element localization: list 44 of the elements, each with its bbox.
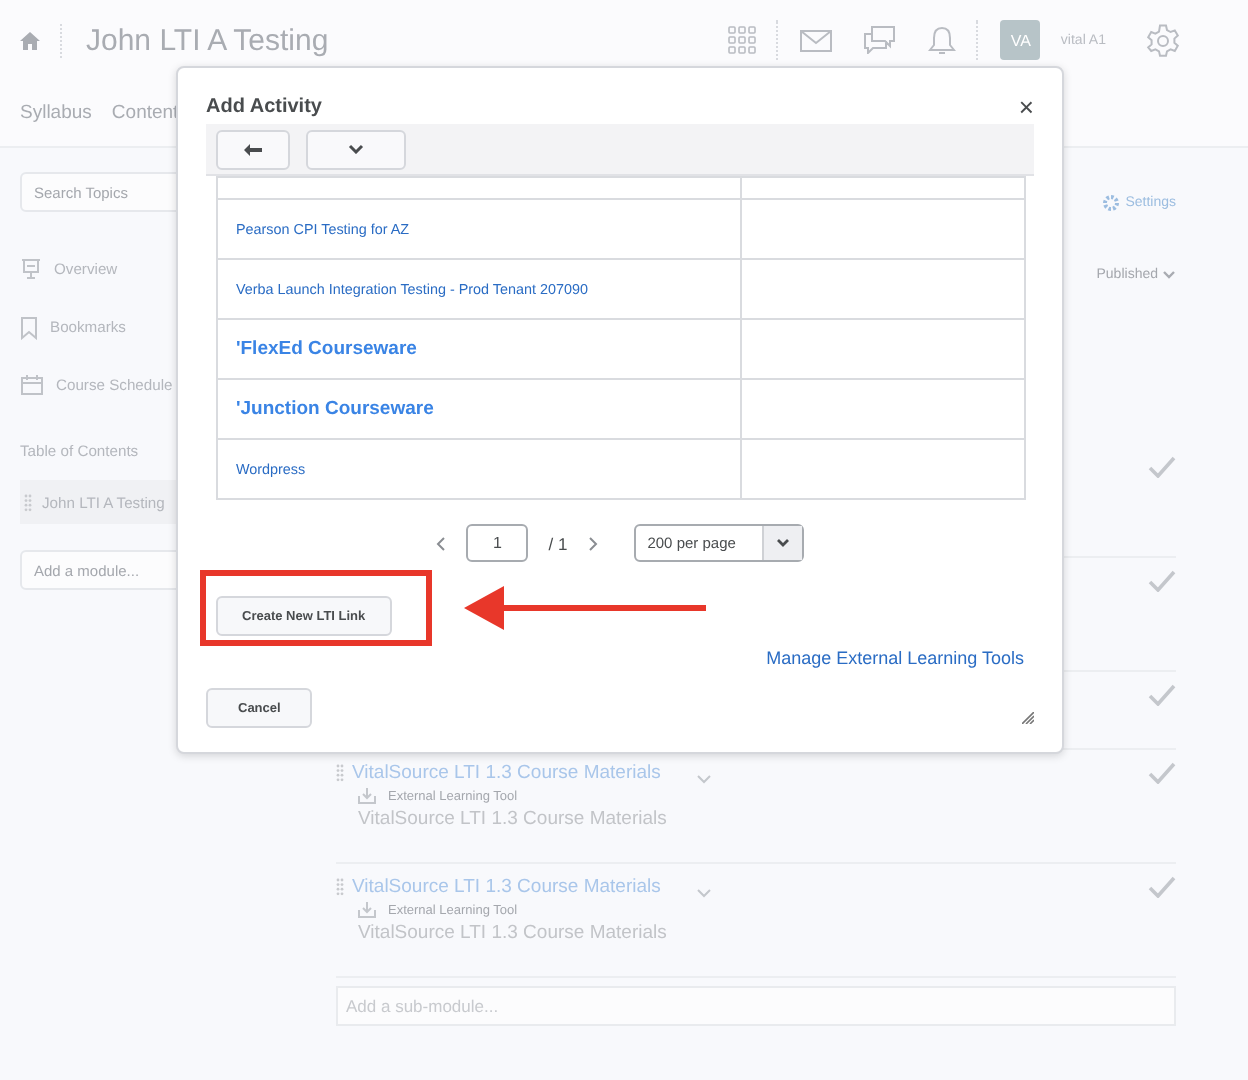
previous-icon[interactable] [436, 535, 447, 551]
home-icon[interactable] [20, 31, 40, 49]
course-title: John LTI A Testing [60, 23, 329, 57]
next-icon[interactable] [587, 535, 598, 551]
mail-icon[interactable] [800, 29, 833, 51]
checkmark-icon [1148, 456, 1176, 478]
download-icon [358, 788, 376, 804]
settings-icon[interactable] [1146, 23, 1180, 57]
chat-icon[interactable] [864, 26, 897, 54]
checkmark-icon [1148, 762, 1176, 784]
back-button[interactable] [216, 129, 290, 169]
chevron-icon[interactable] [696, 888, 713, 898]
dropdown-button[interactable] [306, 129, 406, 169]
chevron-icon[interactable] [696, 774, 713, 784]
arrow-left-icon [244, 143, 262, 155]
dialog-title: Add Activity [206, 95, 322, 117]
checkmark-icon [1148, 570, 1176, 592]
grid-icon[interactable] [728, 26, 757, 54]
manage-tools-link[interactable]: Manage External Learning Tools [766, 648, 1024, 668]
checkmark-icon [1148, 876, 1176, 898]
page-field[interactable]: 1 [466, 524, 529, 562]
tool-link[interactable]: 'FlexEd Courseware [236, 338, 417, 360]
close-button[interactable]: × [1018, 93, 1034, 119]
nav-tab[interactable]: Content [111, 102, 179, 124]
chevron-icon [348, 144, 364, 154]
drag-handle-icon [24, 493, 32, 511]
calendar-icon [20, 374, 44, 396]
tool-link[interactable]: 'Junction Courseware [236, 398, 434, 420]
drag-handle-icon [336, 764, 344, 782]
bookmark-icon [20, 315, 38, 339]
presentation-icon [20, 258, 42, 280]
gear-icon[interactable] [1101, 193, 1120, 211]
chevron-icon[interactable] [1162, 269, 1176, 279]
nav-tab[interactable]: Syllabus [20, 102, 92, 124]
user-avatar[interactable]: VA [1000, 20, 1041, 60]
chevron-icon [775, 538, 790, 548]
bell-icon[interactable] [928, 25, 957, 55]
download-icon [358, 902, 376, 918]
topic-title[interactable]: VitalSource LTI 1.3 Course Materials [352, 876, 661, 898]
drag-handle-icon [336, 878, 344, 896]
page-total: / 1 [548, 533, 568, 553]
resize-handle-icon[interactable] [1022, 712, 1034, 724]
topic-title[interactable]: VitalSource LTI 1.3 Course Materials [352, 762, 661, 784]
checkmark-icon [1148, 684, 1176, 706]
